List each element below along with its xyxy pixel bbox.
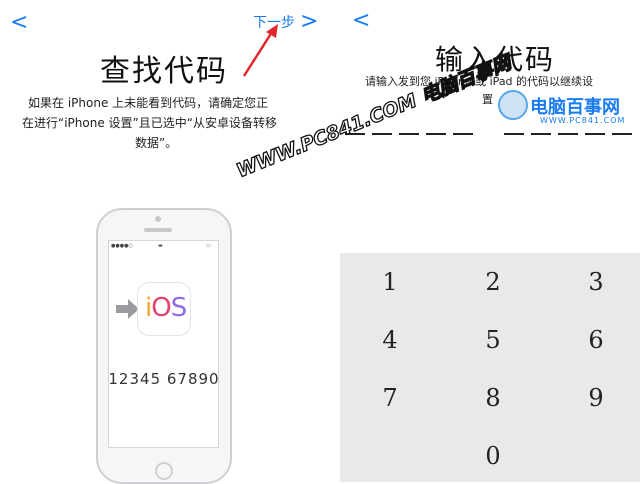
key-9[interactable]: 9 [566, 384, 626, 412]
key-7[interactable]: 7 [360, 384, 420, 412]
iphone-screen [108, 240, 219, 448]
description-line-2: 在进行“iPhone 设置”且已选中“从安卓设备转移 [22, 116, 277, 130]
code-digit-slot [426, 133, 446, 135]
status-time-icon: ▬ [158, 243, 163, 249]
code-digit-slot [558, 133, 578, 135]
key-0[interactable]: 0 [463, 442, 523, 470]
code-digit-slot [372, 133, 392, 135]
enter-code-description-line-2: 置 [482, 93, 493, 106]
code-digit-slot [612, 133, 632, 135]
key-3[interactable]: 3 [566, 268, 626, 296]
key-6[interactable]: 6 [566, 326, 626, 354]
camera-dot [155, 216, 161, 222]
back-button-right[interactable]: < [352, 10, 370, 32]
code-digit-slot [399, 133, 419, 135]
speaker-grille [144, 228, 172, 232]
key-1[interactable]: 1 [360, 268, 420, 296]
pc841-logo-icon [498, 90, 528, 120]
ios-logo-text: iOS [145, 293, 187, 323]
screen-divider [327, 0, 340, 482]
description-line-3: 数据”。 [135, 136, 178, 150]
status-signal-icon: ●●●●○ [111, 243, 133, 249]
code-digit-slot [453, 133, 473, 135]
phone-code-display: 12345 67890 [108, 370, 220, 388]
page-title: 查找代码 [100, 54, 228, 89]
chevron-right-icon[interactable]: > [300, 11, 318, 33]
red-arrow-annotation [242, 24, 278, 77]
chevron-left-icon: < [10, 10, 29, 35]
status-battery-icon: ▭ [206, 243, 211, 249]
key-2[interactable]: 2 [463, 268, 523, 296]
code-digit-slot [504, 133, 524, 135]
code-digit-slot [585, 133, 605, 135]
transfer-arrow-icon [116, 299, 139, 319]
home-button-icon [155, 462, 173, 480]
description-line-1: 如果在 iPhone 上未能看到代码，请确定您正 [28, 96, 269, 110]
key-8[interactable]: 8 [463, 384, 523, 412]
watermark-logo-url: WWW.PC841.COM [540, 116, 626, 125]
back-button[interactable]: < [10, 12, 28, 34]
chevron-left-icon: < [352, 8, 371, 33]
key-4[interactable]: 4 [360, 326, 420, 354]
code-digit-slot [531, 133, 551, 135]
key-5[interactable]: 5 [463, 326, 523, 354]
